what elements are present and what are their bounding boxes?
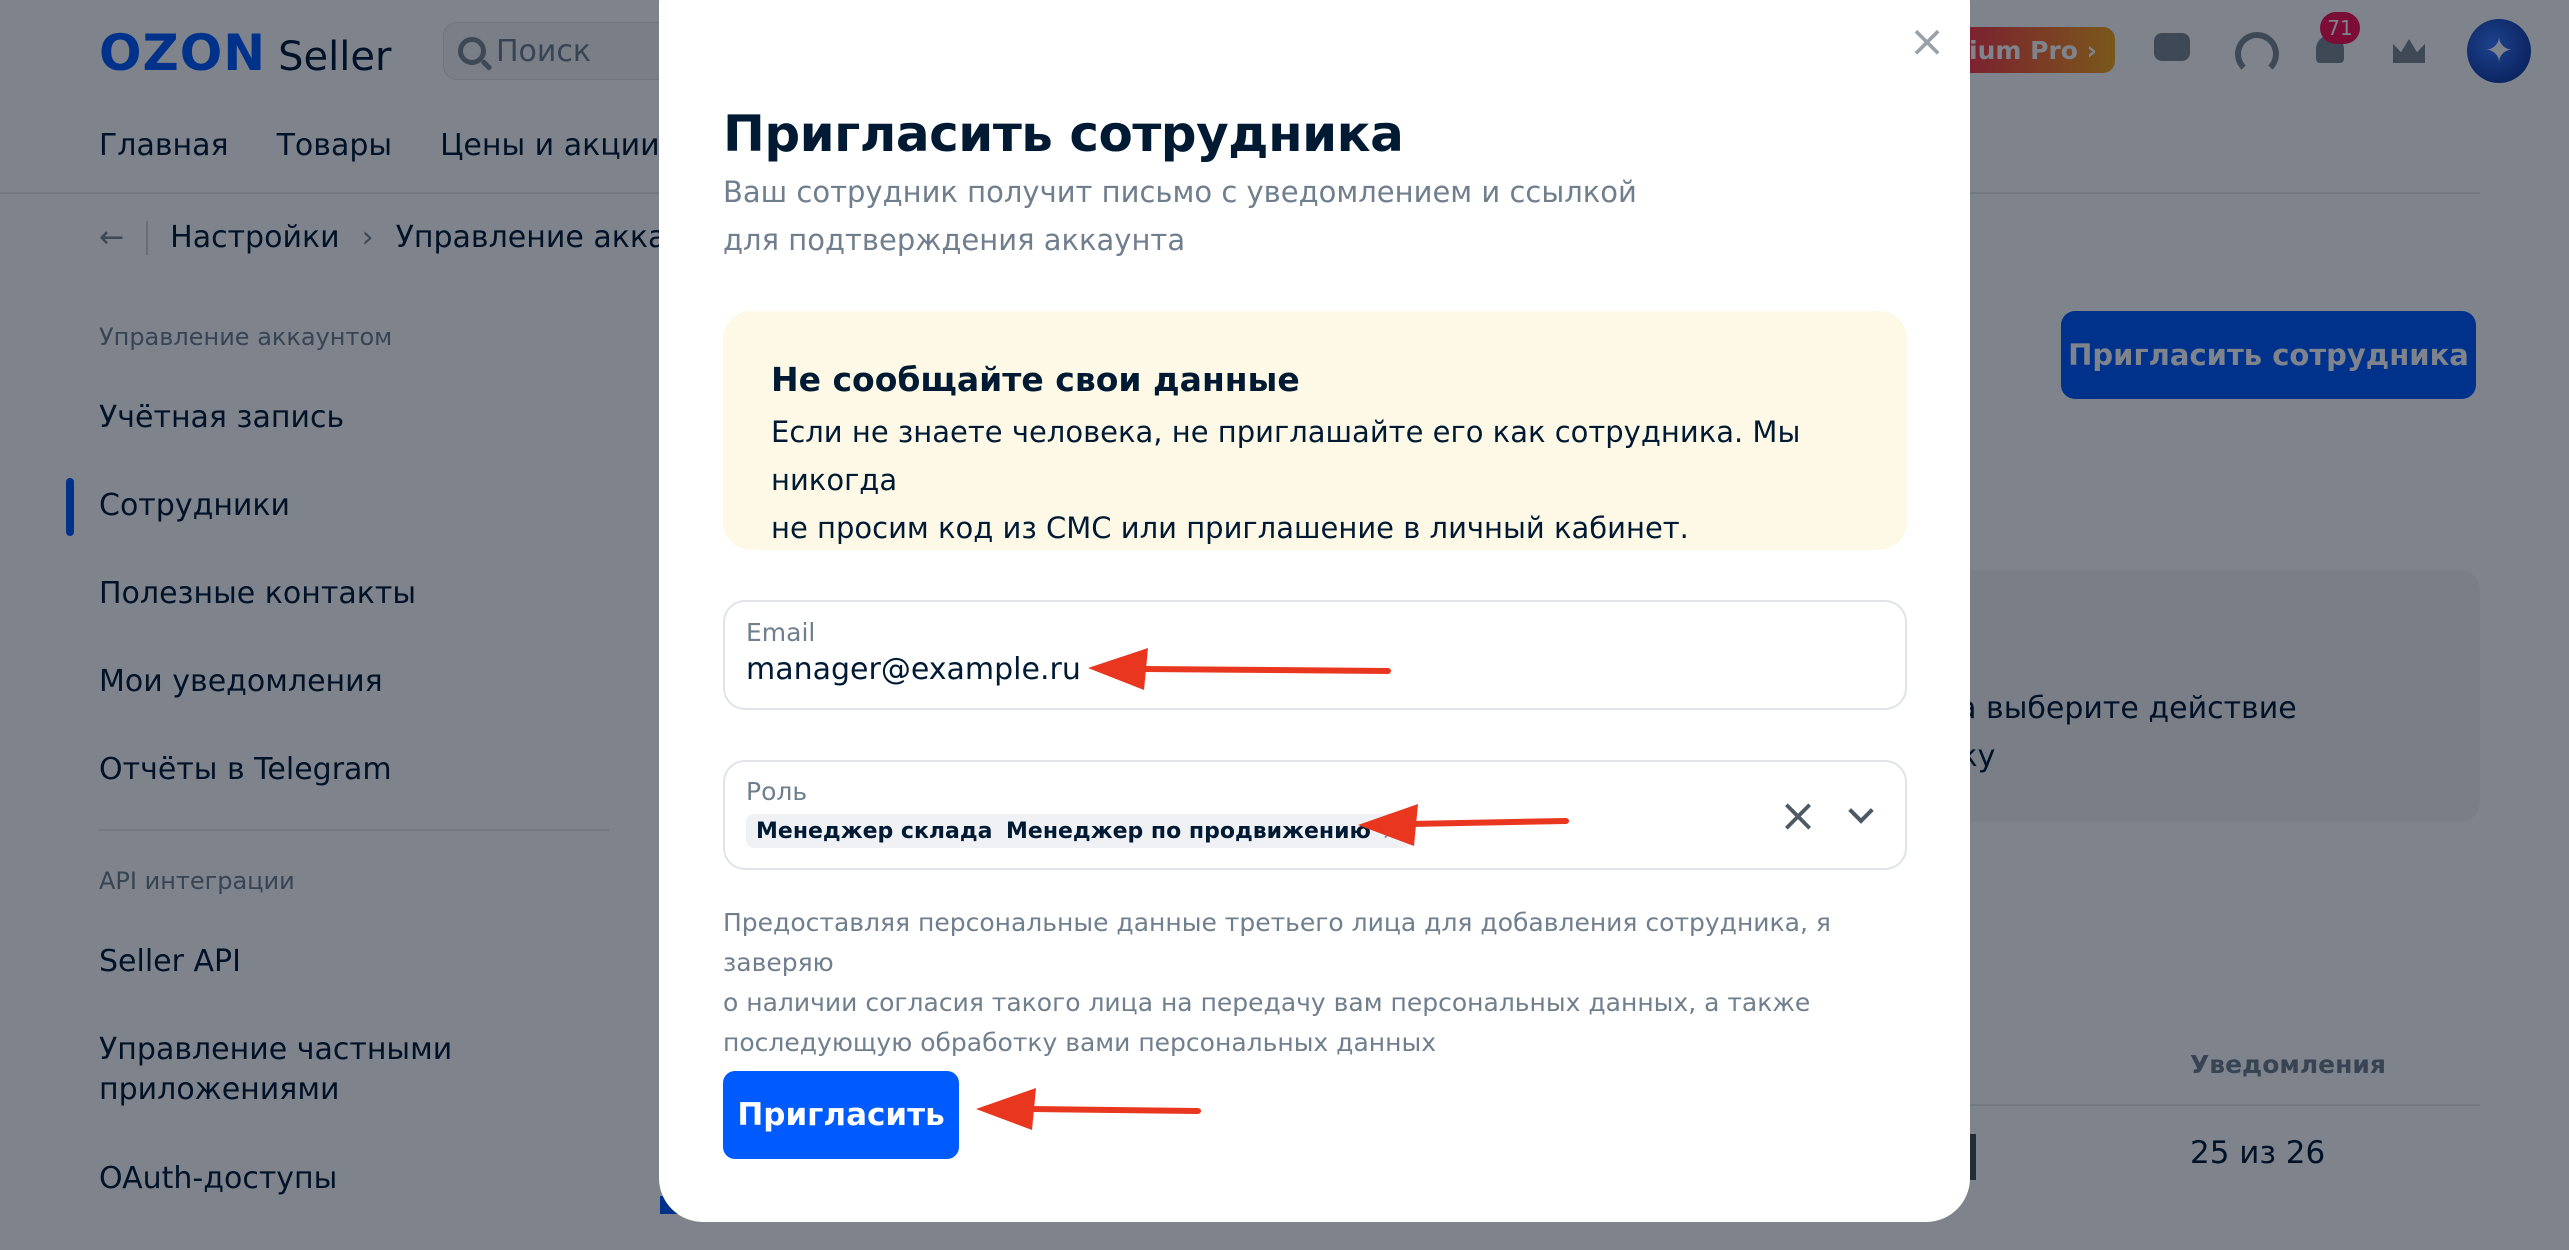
close-icon[interactable]: × [1905,20,1949,64]
chip-remove-icon[interactable]: × [1381,817,1401,845]
consent-line2: о наличии согласия такого лица на переда… [723,988,1811,1017]
consent-line3: последующую обработку вами персональных … [723,1028,1437,1057]
clear-roles-icon[interactable]: × [1778,791,1818,839]
role-chip-label: Менеджер склада [756,818,993,844]
modal-subtitle-line1: Ваш сотрудник получит письмо с уведомлен… [723,175,1637,209]
email-label: Email [746,618,816,647]
warning-line1: Если не знаете человека, не приглашайте … [771,415,1801,497]
warning-body: Если не знаете человека, не приглашайте … [771,408,1891,552]
consent-text: Предоставляя персональные данные третьег… [723,903,1907,1063]
role-chip-label: Менеджер по продвижению [1006,818,1371,844]
modal-title: Пригласить сотрудника [723,105,1404,163]
chevron-down-icon[interactable] [1846,800,1876,830]
role-chip-promotion-manager[interactable]: Менеджер по продвижению × [996,814,1411,848]
warning-line2: не просим код из СМС или приглашение в л… [771,511,1689,545]
role-chip-warehouse-manager[interactable]: Менеджер склада × [746,814,1033,848]
role-label: Роль [746,777,808,806]
consent-line1: Предоставляя персональные данные третьег… [723,908,1831,977]
invite-submit-button[interactable]: Пригласить [723,1071,959,1159]
modal-subtitle-line2: для подтверждения аккаунта [723,223,1186,257]
warning-title: Не сообщайте свои данные [771,360,1300,399]
modal-subtitle: Ваш сотрудник получит письмо с уведомлен… [723,168,1723,264]
email-value[interactable]: manager@example.ru [746,652,1081,687]
